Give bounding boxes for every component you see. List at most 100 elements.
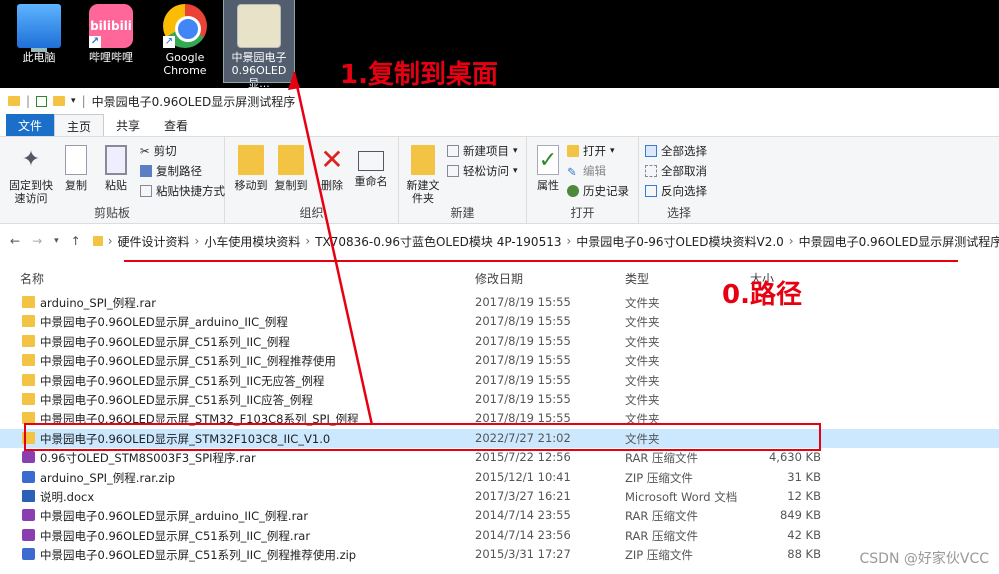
column-header-name[interactable]: 名称 [20, 270, 44, 287]
tab-file[interactable]: 文件 [6, 114, 55, 136]
desktop-icon-label: 此电脑 [22, 51, 56, 64]
file-row[interactable]: 说明.docx 2017/3/27 16:21 Microsoft Word 文档 1… [0, 487, 999, 506]
edit-button[interactable]: ✎ 编辑 [567, 163, 606, 179]
title-bar: | ▾ | 中景园电子0.96OLED显示屏测试程序 [0, 88, 999, 114]
window-title: 中景园电子0.96OLED显示屏测试程序 [91, 94, 296, 109]
desktop-icon-bilibili[interactable]: bilibili ↗ 哔哩哔哩 [76, 0, 146, 82]
file-row[interactable]: 中景园电子0.96OLED显示屏_C51系列_IIC_例程推荐使用 2017/8/… [0, 351, 999, 370]
file-date: 2015/12/1 10:41 [475, 469, 571, 484]
checkmark-icon[interactable] [36, 95, 48, 107]
dropdown-arrow-icon: ▾ [610, 146, 615, 156]
rename-button[interactable]: 重命名 [351, 145, 391, 188]
ribbon-group-new: 新建文件夹 新建项目 ▾ 轻松访问 ▾ 新建 [399, 137, 527, 223]
open-button[interactable]: 打开 ▾ [567, 143, 615, 159]
easy-access-button[interactable]: 轻松访问 ▾ [447, 163, 518, 179]
rar-file-icon [22, 509, 35, 522]
paste-shortcut-button[interactable]: 粘贴快捷方式 [140, 183, 225, 199]
tab-view[interactable]: 查看 [152, 114, 200, 136]
column-header-date[interactable]: 修改日期 [475, 270, 523, 287]
properties-button[interactable]: ✓ 属性 [533, 145, 563, 192]
file-size: 31 KB [787, 469, 821, 484]
file-row[interactable]: 中景园电子0.96OLED显示屏_arduino_IIC_例程 2017/8/19… [0, 312, 999, 331]
quick-access-dropdown-icon[interactable]: ▾ [71, 96, 76, 106]
zip-file-icon [22, 548, 35, 561]
copy-to-button[interactable]: 复制到 [273, 145, 309, 192]
scissors-icon: ✂ [140, 144, 150, 158]
file-row[interactable]: arduino_SPI_例程.rar 2017/8/19 15:55 文件夹 [0, 293, 999, 312]
desktop-icon-chrome[interactable]: ↗ Google Chrome [148, 0, 222, 82]
pin-quick-access-button[interactable]: ✦ 固定到快速访问 [8, 145, 54, 205]
folder-icon [22, 373, 35, 386]
move-to-button[interactable]: 移动到 [233, 145, 269, 192]
desktop-icon-oled-archive[interactable]: 中景园电子0.96OLED显... [223, 0, 295, 90]
breadcrumb-item[interactable]: 硬件设计资料 [118, 233, 190, 250]
file-type: Microsoft Word 文档 [625, 489, 738, 504]
breadcrumb-item[interactable]: 中景园电子0.96OLED显示屏测试程序 [799, 233, 999, 250]
forward-arrow-icon[interactable]: → [32, 234, 42, 248]
file-date: 2015/3/31 17:27 [475, 547, 571, 562]
file-row[interactable]: arduino_SPI_例程.rar.zip 2015/12/1 10:41 ZIP… [0, 468, 999, 487]
shortcut-arrow-icon: ↗ [163, 36, 175, 48]
up-arrow-icon[interactable]: ↑ [71, 234, 81, 248]
breadcrumb-item[interactable]: 小车使用模块资料 [204, 233, 300, 250]
file-size: 849 KB [779, 508, 821, 523]
paste-shortcut-icon [140, 185, 152, 197]
ribbon-group-organize: 移动到 复制到 ✕ 删除 重命名 组织 [225, 137, 399, 223]
file-row[interactable]: 中景园电子0.96OLED显示屏_C51系列_IIC无应答_例程 2017/8/1… [0, 371, 999, 390]
file-name: 中景园电子0.96OLED显示屏_arduino_IIC_例程 [40, 315, 288, 330]
copy-path-button[interactable]: 复制路径 [140, 163, 202, 179]
new-folder-button[interactable]: 新建文件夹 [405, 145, 441, 205]
folder-icon [92, 236, 103, 246]
new-item-button[interactable]: 新建项目 ▾ [447, 143, 518, 159]
file-row[interactable]: 中景园电子0.96OLED显示屏_arduino_IIC_例程.rar 2014/… [0, 506, 999, 525]
select-none-button[interactable]: 全部取消 [645, 163, 707, 179]
file-type: ZIP 压缩文件 [625, 470, 693, 485]
open-icon [567, 145, 579, 157]
ribbon-group-clipboard: ✦ 固定到快速访问 复制 粘贴 ✂ 剪切 复制路径 粘贴快捷方式 剪贴板 [0, 137, 225, 223]
history-button[interactable]: 历史记录 [567, 183, 629, 199]
file-type: RAR 压缩文件 [625, 509, 699, 524]
file-name: 中景园电子0.96OLED显示屏_C51系列_IIC无应答_例程 [40, 373, 325, 388]
file-row[interactable]: 0.96寸OLED_STM8S003F3_SPI程序.rar 2015/7/22 … [0, 448, 999, 467]
easy-access-icon [447, 165, 459, 177]
breadcrumb[interactable]: › 硬件设计资料 › 小车使用模块资料 › TX70836-0.96寸蓝色OLED模… [92, 233, 999, 250]
file-size: 88 KB [787, 547, 821, 562]
group-label: 组织 [299, 206, 324, 220]
ribbon: ✦ 固定到快速访问 复制 粘贴 ✂ 剪切 复制路径 粘贴快捷方式 剪贴板 移动到… [0, 136, 999, 224]
delete-x-icon: ✕ [320, 143, 344, 176]
annotation-selected-box [24, 423, 821, 451]
paste-button[interactable]: 粘贴 [100, 145, 132, 192]
invert-selection-button[interactable]: 反向选择 [645, 183, 707, 199]
file-size: 42 KB [787, 527, 821, 542]
new-item-icon [447, 145, 459, 157]
invert-selection-icon [645, 185, 657, 197]
file-row[interactable]: 中景园电子0.96OLED显示屏_C51系列_IIC应答_例程 2017/8/19… [0, 390, 999, 409]
file-name: 中景园电子0.96OLED显示屏_C51系列_IIC_例程推荐使用.zip [40, 548, 357, 563]
delete-button[interactable]: ✕ 删除 [317, 143, 347, 193]
tab-share[interactable]: 共享 [104, 114, 152, 136]
copy-button[interactable]: 复制 [60, 145, 92, 192]
cut-button[interactable]: ✂ 剪切 [140, 143, 177, 159]
copy-to-icon [278, 145, 304, 175]
file-row[interactable]: 中景园电子0.96OLED显示屏_C51系列_IIC_例程 2017/8/19 1… [0, 332, 999, 351]
folder-icon [22, 392, 35, 405]
tab-home[interactable]: 主页 [54, 114, 105, 136]
desktop-icon-label: Google Chrome [163, 51, 207, 77]
file-type: RAR 压缩文件 [625, 451, 699, 466]
breadcrumb-item[interactable]: TX70836-0.96寸蓝色OLED模块 4P-190513 [315, 233, 561, 250]
breadcrumb-item[interactable]: 中景园电子0-96寸OLED模块资料V2.0 [576, 233, 783, 250]
file-row[interactable]: 中景园电子0.96OLED显示屏_C51系列_IIC_例程.rar 2014/7/… [0, 526, 999, 545]
desktop-icon-this-pc[interactable]: 此电脑 [4, 0, 74, 82]
select-all-button[interactable]: 全部选择 [645, 143, 707, 159]
recent-dropdown-icon[interactable]: ▾ [54, 236, 59, 246]
file-type: 文件夹 [625, 296, 660, 310]
computer-icon [17, 4, 61, 52]
column-header-type[interactable]: 类型 [625, 270, 649, 287]
dropdown-arrow-icon: ▾ [513, 146, 518, 156]
annotation-path-underline [124, 260, 958, 262]
group-label: 剪贴板 [93, 206, 130, 220]
file-date: 2017/3/27 16:21 [475, 488, 571, 503]
zip-file-icon [22, 470, 35, 483]
file-row[interactable]: 中景园电子0.96OLED显示屏_C51系列_IIC_例程推荐使用.zip 201… [0, 545, 999, 564]
back-arrow-icon[interactable]: ← [10, 234, 20, 248]
